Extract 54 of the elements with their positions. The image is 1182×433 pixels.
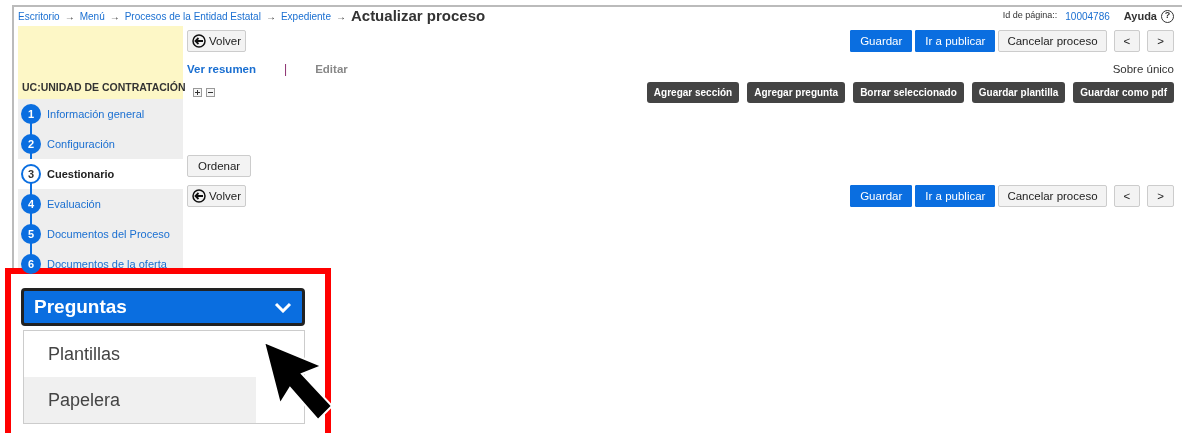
step-label: Configuración bbox=[47, 136, 115, 152]
breadcrumb-separator: → bbox=[265, 9, 276, 24]
step-label: Documentos del Proceso bbox=[47, 226, 170, 242]
breadcrumb-link[interactable]: Escritorio bbox=[18, 8, 60, 24]
questions-dropdown[interactable]: Preguntas bbox=[21, 288, 305, 326]
toolbar-button[interactable]: Cancelar proceso bbox=[998, 30, 1107, 52]
breadcrumb-link[interactable]: Procesos de la Entidad Estatal bbox=[124, 8, 261, 24]
toolbar-button[interactable]: Guardar bbox=[850, 30, 913, 52]
collapse-all-icon[interactable] bbox=[206, 88, 215, 97]
step-label: Documentos de la oferta bbox=[47, 256, 167, 272]
separator: | bbox=[284, 61, 288, 78]
back-button[interactable]: Volver bbox=[187, 185, 246, 207]
menu-item[interactable]: Papelera bbox=[24, 377, 256, 423]
page-id-link[interactable]: 10004786 bbox=[1065, 8, 1110, 24]
step-number: 5 bbox=[21, 224, 41, 244]
view-link[interactable]: Ver resumen bbox=[187, 62, 257, 76]
back-arrow-icon bbox=[192, 189, 206, 203]
toolbar-button[interactable]: < bbox=[1113, 185, 1141, 207]
tool-button[interactable]: Agregar pregunta bbox=[747, 82, 846, 103]
page-id-label: Id de página:: bbox=[1002, 9, 1058, 23]
step-label: Cuestionario bbox=[47, 166, 115, 182]
breadcrumb-separator: → bbox=[109, 9, 120, 24]
tool-button[interactable]: Borrar seleccionado bbox=[853, 82, 964, 103]
toolbar-button[interactable]: < bbox=[1113, 30, 1141, 52]
step-number: 2 bbox=[21, 134, 41, 154]
step-number: 4 bbox=[21, 194, 41, 214]
envelope-label: Sobre único bbox=[1112, 62, 1174, 78]
toolbar-button[interactable]: Ir a publicar bbox=[915, 185, 996, 207]
toolbar-button[interactable]: Cancelar proceso bbox=[998, 185, 1107, 207]
step-number: 1 bbox=[21, 104, 41, 124]
back-button[interactable]: Volver bbox=[187, 30, 246, 52]
breadcrumb-separator: → bbox=[335, 9, 346, 24]
back-arrow-icon bbox=[192, 34, 206, 48]
breadcrumb-separator: → bbox=[64, 9, 75, 24]
sort-button[interactable]: Ordenar bbox=[187, 155, 252, 177]
step-label: Evaluación bbox=[47, 196, 101, 212]
page-title: Actualizar proceso bbox=[350, 5, 486, 26]
expand-all-icon[interactable] bbox=[193, 88, 202, 97]
help-label[interactable]: Ayuda bbox=[1123, 7, 1157, 25]
step-label: Información general bbox=[47, 106, 145, 122]
tool-button[interactable]: Guardar plantilla bbox=[971, 82, 1066, 103]
chevron-icon bbox=[274, 301, 292, 313]
breadcrumb-link[interactable]: Expediente bbox=[280, 8, 331, 24]
tool-button[interactable]: Agregar sección bbox=[646, 82, 740, 103]
tool-button[interactable]: Guardar como pdf bbox=[1073, 82, 1174, 103]
step-number: 6 bbox=[21, 254, 41, 274]
unit-name: UC:UNIDAD DE CONTRATACIÓN bbox=[22, 80, 186, 96]
toolbar-button[interactable]: > bbox=[1147, 30, 1174, 52]
step-number: 3 bbox=[21, 164, 41, 184]
toolbar-button[interactable]: > bbox=[1147, 185, 1174, 207]
toolbar-button[interactable]: Guardar bbox=[850, 185, 913, 207]
menu-item[interactable]: Plantillas bbox=[24, 331, 256, 377]
breadcrumb-link[interactable]: Menú bbox=[79, 8, 105, 24]
toolbar-button[interactable]: Ir a publicar bbox=[915, 30, 996, 52]
